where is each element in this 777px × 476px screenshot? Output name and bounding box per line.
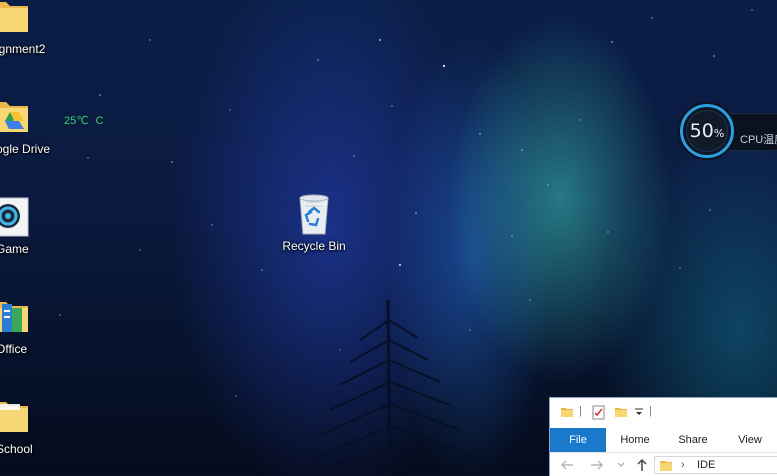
recycle-bin-label: Recycle Bin [282,239,346,253]
game-shortcut-icon [0,197,29,237]
breadcrumb-separator-icon: › [681,459,685,471]
toolbar-separator: | [579,405,582,417]
tab-home[interactable]: Home [610,428,660,452]
toolbar-separator: | [649,405,652,417]
tree-silhouette [300,300,480,475]
forward-arrow-icon[interactable] [590,459,604,471]
customize-toolbar-dropdown-icon[interactable] [634,407,644,417]
desktop-icon-label: Game [0,242,29,256]
desktop-icon-game[interactable]: Game [0,194,60,256]
address-bar[interactable]: › IDE [654,456,777,474]
office-shortcut-icon [0,302,28,332]
cpu-usage-unit: % [713,127,725,140]
back-arrow-icon[interactable] [560,459,574,471]
properties-icon[interactable] [592,405,606,420]
tab-share[interactable]: Share [668,428,718,452]
up-arrow-icon[interactable] [636,458,648,472]
desktop-icon-recycle-bin[interactable]: Recycle Bin [269,192,359,253]
desktop-icon-label: Office [0,342,28,356]
cpu-usage-value: 50 [689,120,714,142]
desktop-icon-label: ignment2 [0,42,46,56]
quick-access-toolbar: | | [550,398,777,428]
tab-view[interactable]: View [726,428,774,452]
ribbon-tabs: File Home Share View [550,428,777,452]
folder-icon[interactable] [560,405,574,419]
cpu-usage-gauge: 50% [680,104,734,158]
desktop-icon-school[interactable]: School [0,394,60,456]
breadcrumb-ide[interactable]: IDE [697,459,715,471]
folder-icon [0,2,28,32]
folder-icon [660,461,672,471]
new-folder-icon[interactable] [614,405,628,419]
desktop-icon-assignment2[interactable]: ignment2 [0,0,60,60]
desktop-icon-google-drive[interactable]: ogle Drive [0,94,60,156]
folder-icon [0,402,28,432]
desktop-icon-office[interactable]: Office [0,294,60,356]
desktop-icon-label: ogle Drive [0,142,51,156]
desktop-icon-label: School [0,442,33,456]
recent-locations-chevron-icon[interactable] [617,462,625,468]
tab-file[interactable]: File [550,428,606,452]
recycle-bin-icon [294,192,334,236]
cpu-temperature: 25℃ C [64,115,104,127]
google-drive-folder-icon [0,102,28,132]
file-explorer-window[interactable]: | | File Home Share View › IDE [549,397,777,476]
navigation-bar: › IDE [550,452,777,476]
cpu-temperature-label: CPU温度 [740,134,777,146]
